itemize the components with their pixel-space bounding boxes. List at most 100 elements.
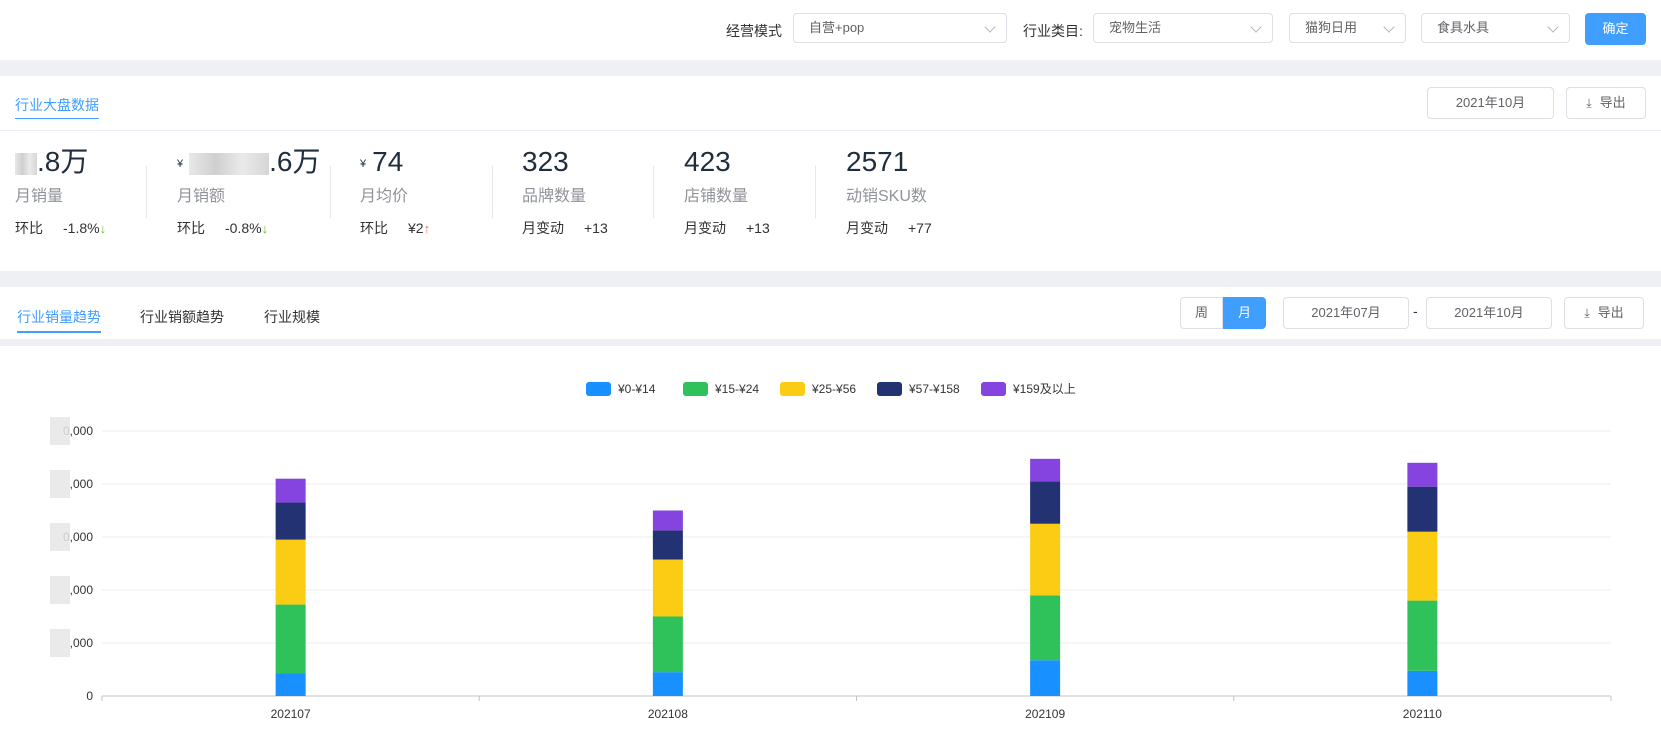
change-label: 环比 [15,220,43,236]
legend-swatch [780,382,805,396]
legend-label: ¥25-¥56 [811,382,856,396]
trend-toolbar: 行业销量趋势 行业销额趋势 行业规模 周 月 2021年07月 - 2021年1… [0,287,1661,339]
bar-segment [1407,462,1438,487]
change-value: +77 [908,220,932,236]
leaf-category-select-value: 食具水具 [1437,20,1490,35]
download-icon: ⤓ [1586,96,1592,110]
x-tick-label: 202109 [1025,707,1065,721]
stat-avg-price: ¥74 月均价 环比 ¥2↑ [360,144,500,238]
category-label: 行业类目: [1023,23,1083,39]
redacted-blur [50,417,70,445]
bar-segment [275,502,306,540]
stat-monthly-sales: .8万 月销量 环比 -1.8%↓ [15,144,155,238]
month-toggle[interactable]: 月 [1223,297,1266,329]
legend-swatch [877,382,902,396]
category-select[interactable]: 宠物生活 [1093,13,1273,43]
change-label: 月变动 [846,220,888,236]
change-label: 环比 [360,220,388,236]
stat-value: .6万 [269,146,321,177]
change-value: -1.8% [63,220,100,236]
trend-export-button[interactable]: ⤓ 导出 [1564,297,1644,329]
tab-industry-scale[interactable]: 行业规模 [264,307,320,327]
bar-segment [275,539,306,605]
arrow-down-icon: ↓ [261,221,269,236]
bar-segment [1030,458,1061,482]
stat-brand-count: 323 品牌数量 月变动 +13 [522,144,662,238]
stat-divider [492,166,493,218]
stat-value: 323 [522,146,569,177]
stat-sku-count: 2571 动销SKU数 月变动 +77 [846,144,986,238]
end-month-picker[interactable]: 2021年10月 [1426,297,1552,329]
overview-title[interactable]: 行业大盘数据 [15,95,99,119]
y-tick-label: ,000 [70,636,94,650]
confirm-button[interactable]: 确定 [1585,13,1646,45]
stat-value: .8万 [37,146,89,177]
change-value: +13 [584,220,608,236]
change-value: +13 [746,220,770,236]
legend-label: ¥0-¥14 [617,382,656,396]
bar-segment [1407,486,1438,532]
legend-label: ¥57-¥158 [908,382,960,396]
change-label: 月变动 [522,220,564,236]
stat-label: 店铺数量 [684,188,749,205]
stat-label: 月销量 [15,188,64,205]
redacted-blur [50,629,70,657]
overview-card: 行业大盘数据 2021年10月 ⤓ 导出 .8万 月销量 环比 -1.8%↓ ¥ .6… [0,76,1661,271]
bar-segment [652,559,683,617]
stat-divider [146,166,147,218]
y-tick-label: ,000 [70,583,94,597]
stat-divider [653,166,654,218]
change-label: 月变动 [684,220,726,236]
bar-segment [275,604,306,674]
leaf-category-select[interactable]: 食具水具 [1421,13,1570,43]
chart-card: 0,000,000 0,000,000 0,000 202107 202108 20210… [0,346,1661,737]
bar-segment [1030,660,1061,696]
bar-segment [652,672,683,696]
arrow-down-icon: ↓ [99,221,107,236]
y-tick-label: 0 [86,689,93,703]
legend-label: ¥159及以上 [1012,382,1076,396]
chevron-down-icon [1250,21,1262,33]
mode-select-value: 自营+pop [809,20,865,35]
change-value: ¥2 [408,220,424,236]
stat-value: 423 [684,146,731,177]
stat-divider [815,166,816,218]
redacted-blur [50,576,70,604]
overview-export-button[interactable]: ⤓ 导出 [1566,87,1646,119]
tab-revenue-trend[interactable]: 行业销额趋势 [140,307,224,327]
stat-label: 月销额 [177,188,226,205]
bar-segment [652,530,683,560]
currency-symbol: ¥ [177,157,184,170]
bar-segment [1407,531,1438,601]
stat-divider [330,166,331,218]
stat-store-count: 423 店铺数量 月变动 +13 [684,144,824,238]
chevron-down-icon [1383,21,1395,33]
bar-segment [1407,600,1438,671]
stat-monthly-revenue: ¥ .6万 月销额 环比 -0.8%↓ [177,144,321,238]
trend-export-label: 导出 [1597,305,1624,320]
redacted-blur [15,152,37,175]
bar-segment [1030,595,1061,661]
mode-label: 经营模式 [726,23,782,39]
change-value: -0.8% [225,220,262,236]
bar-segment [1407,670,1438,696]
x-tick-label: 202110 [1403,707,1442,721]
stat-label: 月均价 [360,188,409,205]
bar-segment [1030,481,1061,524]
filter-bar: 经营模式 自营+pop 行业类目: 宠物生活 猫狗日用 食具水具 确定 [0,0,1661,60]
sub-category-select[interactable]: 猫狗日用 [1289,13,1406,43]
mode-select[interactable]: 自营+pop [793,13,1007,43]
tab-sales-trend[interactable]: 行业销量趋势 [17,307,101,333]
week-toggle[interactable]: 周 [1180,297,1223,329]
bar-segment [275,478,306,503]
bar-segment [275,673,306,696]
redacted-blur [50,470,70,498]
start-month-picker[interactable]: 2021年07月 [1283,297,1409,329]
month-picker[interactable]: 2021年10月 [1427,87,1554,119]
stat-value: 74 [372,146,404,177]
redacted-blur [50,523,70,551]
bar-segment [1030,523,1061,596]
y-tick-label: ,000 [70,477,94,491]
category-select-value: 宠物生活 [1109,20,1162,35]
divider [0,130,1661,131]
